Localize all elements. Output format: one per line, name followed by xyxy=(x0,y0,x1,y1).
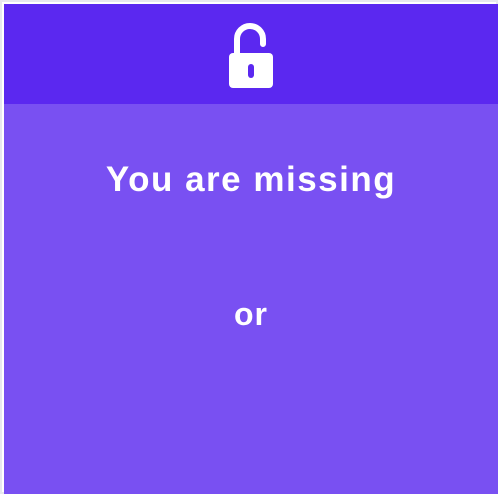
unlocked-padlock-icon xyxy=(229,23,273,88)
unlock-card: You are missing or xyxy=(4,4,498,494)
or-divider-text: or xyxy=(234,296,268,332)
missing-headline: You are missing xyxy=(105,160,397,199)
page-frame: You are missing or xyxy=(0,0,498,494)
card-header xyxy=(4,4,498,104)
